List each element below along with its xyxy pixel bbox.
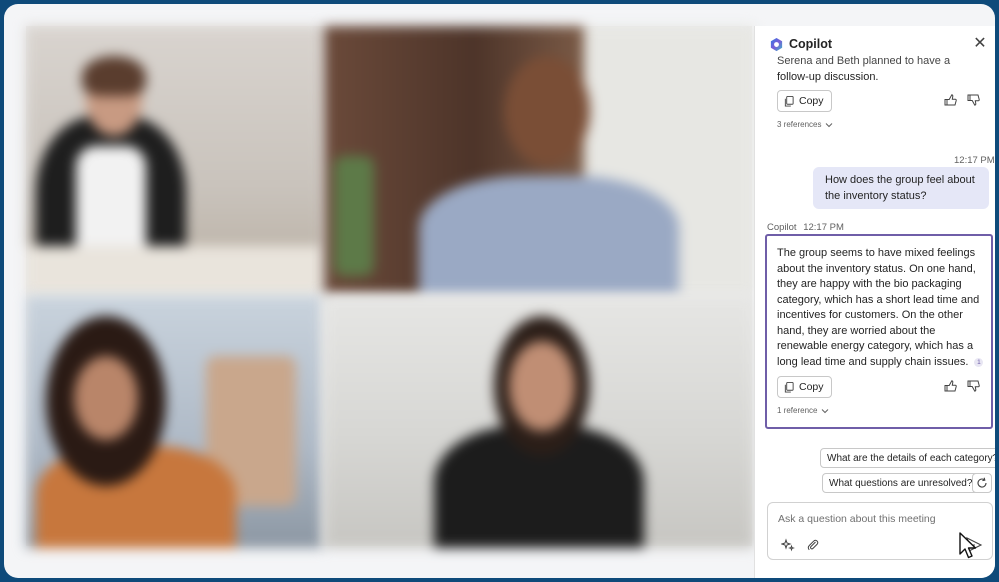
thumbs-down-icon[interactable] [967,379,981,393]
copy-button-previous[interactable]: Copy [777,90,832,112]
previous-message: Serena and Beth planned to have a follow… [777,54,977,85]
copilot-answer-card: The group seems to have mixed feelings a… [765,234,993,429]
answer-line: they are happy with the bio packaging [777,278,962,290]
user-message-time: 12:17 PM [954,155,995,166]
copy-button-answer[interactable]: Copy [777,376,832,398]
sparkle-prompts-icon[interactable] [781,538,795,552]
references-label: 1 reference [777,406,818,415]
thumbs-down-icon[interactable] [967,93,981,107]
copilot-logo-icon [770,37,783,52]
previous-message-line-1: Serena and Beth planned to have a [777,55,951,67]
answer-line: renewable energy category, which has a [777,340,974,352]
citation-badge[interactable]: 1 [974,357,984,367]
thumbs-up-icon[interactable] [944,93,958,107]
references-label: 3 references [777,120,822,129]
panel-title: Copilot [789,37,833,51]
answer-line: long lead time and supply chain issues. … [777,355,987,371]
send-icon[interactable] [965,536,983,554]
copilot-panel: Copilot ✕ Serena and Beth planned to hav… [754,26,995,578]
suggestion-chip-2[interactable]: What questions are unresolved? [822,473,980,493]
attach-icon[interactable] [806,538,820,552]
answer-line: The group seems to have mixed feelings [777,247,976,259]
answer-line: hand, they are worried about the [777,324,936,337]
user-message-bubble: How does the group feel about the invent… [813,167,989,209]
copilot-message-time: 12:17 PM [803,222,844,233]
close-icon: ✕ [973,35,987,52]
video-tile-participant-3[interactable] [26,296,322,548]
answer-line: category, which has a short lead time an… [777,293,980,306]
compose-box [767,502,993,560]
chevron-down-icon [822,408,829,413]
ask-question-input[interactable] [776,509,980,529]
answer-line: about the inventory status. On one hand, [777,262,976,275]
refresh-suggestions-button[interactable] [972,473,992,493]
copy-icon [784,381,794,393]
copy-label: Copy [799,381,824,393]
suggestion-chip-1[interactable]: What are the details of each category? [820,448,995,468]
video-tile-participant-4[interactable] [324,296,754,548]
copilot-message-meta: Copilot 12:17 PM [767,222,844,233]
close-button[interactable]: ✕ [970,34,990,54]
refresh-icon [977,477,987,488]
video-tile-participant-2[interactable] [324,26,754,294]
copy-icon [784,95,794,107]
video-grid [26,26,754,548]
chevron-down-icon [826,122,833,127]
thumbs-up-icon[interactable] [944,379,958,393]
copilot-answer-text: The group seems to have mixed feelings a… [777,246,987,370]
app-frame: Copilot ✕ Serena and Beth planned to hav… [4,4,995,578]
references-toggle-previous[interactable]: 3 references [777,120,833,129]
previous-message-line-2: follow-up discussion. [777,70,879,83]
video-tile-participant-1[interactable] [26,26,322,294]
answer-line: incentives for customers. On the other [777,309,963,321]
copy-label: Copy [799,95,824,107]
sender-name: Copilot [767,222,797,233]
references-toggle-answer[interactable]: 1 reference [777,406,829,415]
